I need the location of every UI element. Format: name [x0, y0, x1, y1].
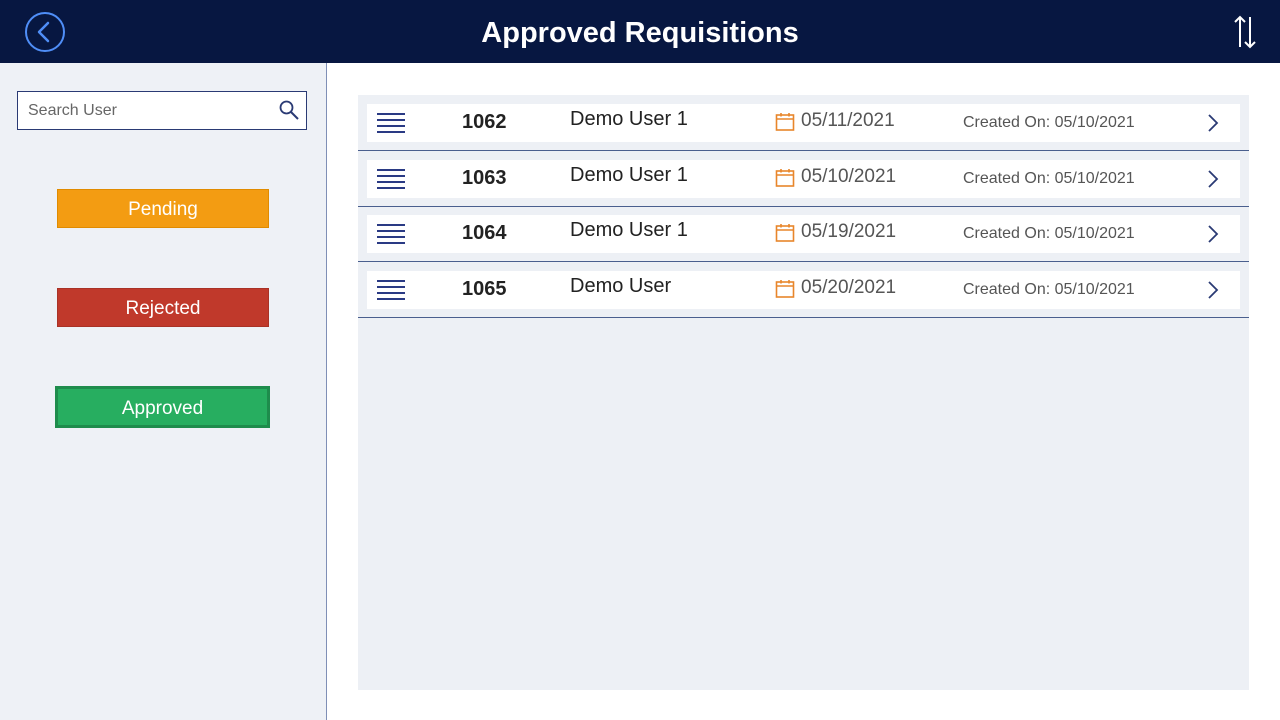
list-icon	[377, 224, 405, 244]
chevron-left-icon	[37, 21, 50, 43]
list-icon	[377, 279, 405, 300]
created-on-text: Created On: 05/10/2021	[963, 114, 1135, 131]
chevron-right-icon[interactable]	[1205, 112, 1221, 134]
table-row: 1064 Demo User 1 05/19/2021 Created On: …	[358, 206, 1249, 262]
requisition-card[interactable]: 1063 Demo User 1 05/10/2021 Created On: …	[367, 159, 1240, 198]
list-icon	[377, 113, 405, 133]
app-header: Approved Requisitions	[0, 0, 1280, 63]
requisition-user: Demo User 1	[570, 108, 688, 130]
requisition-date: 05/20/2021	[801, 276, 897, 298]
requisition-id: 1062	[462, 111, 507, 133]
requisition-card[interactable]: 1065 Demo User 05/20/2021 Created On: 05…	[367, 270, 1240, 309]
sort-button[interactable]	[1230, 14, 1260, 50]
created-on-text: Created On: 05/10/2021	[963, 169, 1135, 187]
rejected-button[interactable]: Rejected	[57, 288, 269, 327]
table-row: 1062 Demo User 1 05/11/2021 Created On: …	[358, 95, 1249, 151]
requisition-list: 1062 Demo User 1 05/11/2021 Created On: …	[358, 95, 1249, 690]
calendar-icon	[775, 113, 795, 131]
search-input[interactable]	[18, 92, 268, 129]
created-on-text: Created On: 05/10/2021	[963, 225, 1135, 242]
chevron-right-icon[interactable]	[1205, 168, 1221, 190]
table-row: 1063 Demo User 1 05/10/2021 Created On: …	[358, 151, 1249, 207]
requisition-user: Demo User	[570, 274, 672, 297]
approved-button[interactable]: Approved	[55, 386, 270, 428]
requisition-date: 05/19/2021	[801, 221, 897, 242]
requisition-id: 1064	[462, 222, 507, 244]
requisition-id: 1063	[462, 166, 507, 189]
sort-arrows-icon	[1234, 15, 1256, 49]
search-icon[interactable]	[278, 99, 300, 121]
calendar-icon	[775, 279, 795, 298]
requisition-card[interactable]: 1064 Demo User 1 05/19/2021 Created On: …	[367, 215, 1240, 253]
chevron-right-icon[interactable]	[1205, 223, 1221, 245]
requisition-user: Demo User 1	[570, 163, 688, 186]
requisition-date: 05/11/2021	[801, 110, 895, 131]
back-button[interactable]	[25, 12, 65, 52]
requisition-date: 05/10/2021	[801, 165, 897, 187]
search-box	[17, 91, 307, 130]
calendar-icon	[775, 168, 795, 187]
calendar-icon	[775, 224, 795, 242]
requisition-id: 1065	[462, 277, 507, 300]
pending-button[interactable]: Pending	[57, 189, 269, 228]
created-on-text: Created On: 05/10/2021	[963, 280, 1135, 298]
requisition-card[interactable]: 1062 Demo User 1 05/11/2021 Created On: …	[367, 104, 1240, 142]
chevron-right-icon[interactable]	[1205, 279, 1221, 301]
table-row: 1065 Demo User 05/20/2021 Created On: 05…	[358, 262, 1249, 318]
sidebar: Pending Rejected Approved	[0, 63, 327, 720]
requisition-user: Demo User 1	[570, 219, 688, 241]
page-title: Approved Requisitions	[481, 17, 799, 49]
list-icon	[377, 168, 405, 189]
